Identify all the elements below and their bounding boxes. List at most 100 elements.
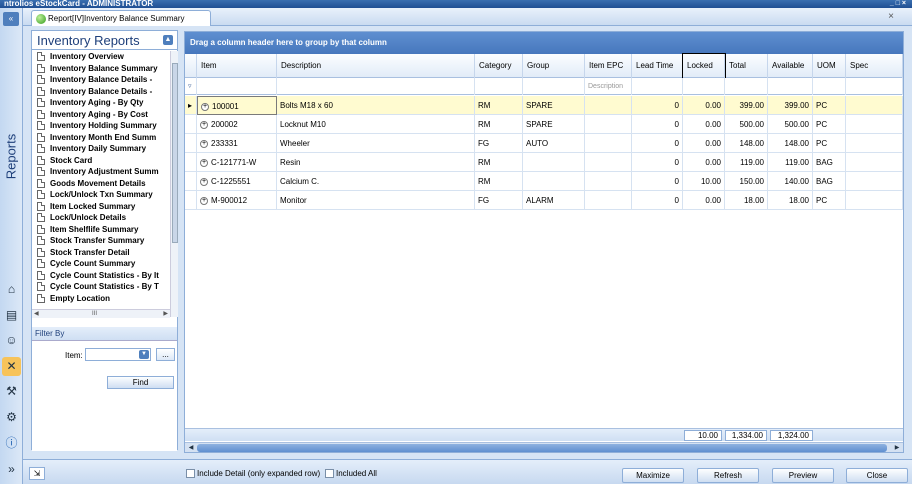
report-item[interactable]: Inventory Balance Summary (32, 63, 170, 75)
cell-lead[interactable]: 0 (632, 96, 683, 115)
warehouse-icon[interactable]: ⌂ (2, 280, 21, 299)
scroll-left-icon[interactable]: ◀ (34, 310, 39, 319)
wrench-icon[interactable]: ⚒ (2, 382, 21, 401)
cell-locked[interactable]: 0.00 (683, 153, 725, 172)
cell-item[interactable]: + C-121771-W (197, 153, 277, 172)
cell-spec[interactable] (846, 96, 903, 115)
cell-total[interactable]: 18.00 (725, 191, 768, 210)
table-row[interactable]: + C-1225551 Calcium C. RM 0 10.00 150.00 140.00… (185, 172, 903, 191)
table-row[interactable]: + C-121771-W Resin RM 0 0.00 119.00 119.00 BAG (185, 153, 903, 172)
filter-cell-item[interactable] (197, 78, 277, 95)
cell-description[interactable]: Resin (277, 153, 475, 172)
cell-spec[interactable] (846, 172, 903, 191)
cell-description[interactable]: Calcium C. (277, 172, 475, 191)
cell-group[interactable]: SPARE (523, 115, 585, 134)
cell-spec[interactable] (846, 153, 903, 172)
window-controls[interactable]: _ □ × (890, 0, 906, 8)
table-row[interactable]: + M-900012 Monitor FG ALARM 0 0.00 18.00 18.00 PC (185, 191, 903, 210)
expand-row-icon[interactable]: + (200, 120, 208, 129)
report-item[interactable]: Item Shelflife Summary (32, 224, 170, 236)
cell-total[interactable]: 500.00 (725, 115, 768, 134)
cell-available[interactable]: 148.00 (768, 134, 813, 153)
cell-available[interactable]: 500.00 (768, 115, 813, 134)
column-header-group[interactable]: Group (523, 54, 585, 78)
expand-row-icon[interactable]: + (200, 139, 208, 148)
maximize-button[interactable]: Maximize (622, 468, 684, 483)
expand-row-icon[interactable]: + (201, 102, 209, 111)
grid-hscrollbar[interactable]: ◀ ▶ (185, 442, 903, 452)
cell-uom[interactable]: PC (813, 96, 846, 115)
scroll-thumb[interactable] (172, 63, 178, 243)
cell-total[interactable]: 150.00 (725, 172, 768, 191)
report-item[interactable]: Stock Transfer Detail (32, 247, 170, 259)
collapse-button[interactable]: « (3, 12, 19, 26)
cell-locked[interactable]: 0.00 (683, 134, 725, 153)
cell-epc[interactable] (585, 134, 632, 153)
cell-category[interactable]: RM (475, 172, 523, 191)
report-item[interactable]: Inventory Holding Summary (32, 120, 170, 132)
cell-lead[interactable]: 0 (632, 153, 683, 172)
table-row[interactable]: ▸ +100001 Bolts M18 x 60 RM SPARE 0 0.00 399.00… (185, 96, 903, 115)
reports-tools-icon[interactable]: ✕ (2, 357, 21, 376)
scroll-left-icon[interactable]: ◀ (186, 443, 196, 453)
cell-available[interactable]: 399.00 (768, 96, 813, 115)
cell-total[interactable]: 399.00 (725, 96, 768, 115)
column-header-category[interactable]: Category (475, 54, 523, 78)
cell-group[interactable]: AUTO (523, 134, 585, 153)
filter-cell-category[interactable] (475, 78, 523, 95)
scroll-right-icon[interactable]: ▶ (163, 310, 168, 319)
cell-category[interactable]: FG (475, 134, 523, 153)
cell-description[interactable]: Wheeler (277, 134, 475, 153)
cell-item[interactable]: + M-900012 (197, 191, 277, 210)
filter-icon[interactable]: ▿ (185, 78, 197, 95)
cell-spec[interactable] (846, 115, 903, 134)
checkbox-box[interactable] (325, 469, 334, 478)
cell-description[interactable]: Monitor (277, 191, 475, 210)
expand-row-icon[interactable]: + (200, 196, 208, 205)
cell-epc[interactable] (585, 96, 632, 115)
cell-item[interactable]: +100001 (197, 96, 277, 115)
filter-cell-total[interactable] (725, 78, 768, 95)
settings-icon[interactable]: ⚙ (2, 408, 21, 427)
row-indicator[interactable] (185, 191, 197, 210)
cell-total[interactable]: 148.00 (725, 134, 768, 153)
cell-epc[interactable] (585, 153, 632, 172)
cell-group[interactable]: ALARM (523, 191, 585, 210)
column-header-lead[interactable]: Lead Time (632, 54, 683, 78)
scroll-grip[interactable]: III (92, 310, 97, 319)
checkbox-box[interactable] (186, 469, 195, 478)
report-item[interactable]: Inventory Adjustment Summ (32, 166, 170, 178)
cell-uom[interactable]: BAG (813, 153, 846, 172)
included-all-checkbox[interactable]: Included All (325, 469, 377, 478)
report-item[interactable]: Empty Location (32, 293, 170, 305)
table-row[interactable]: +200002 Locknut M10 RM SPARE 0 0.00 500.00 500.… (185, 115, 903, 134)
dropdown-icon[interactable]: ▼ (139, 350, 149, 359)
reports-vertical-tab[interactable]: Reports (2, 116, 20, 196)
filter-cell-epc[interactable]: Description (585, 78, 632, 95)
filter-cell-lead[interactable] (632, 78, 683, 95)
export-icon[interactable]: ⇲ (29, 467, 45, 480)
group-by-panel[interactable]: Drag a column header here to group by th… (185, 32, 903, 54)
report-list-vscrollbar[interactable] (170, 51, 178, 317)
cell-lead[interactable]: 0 (632, 115, 683, 134)
table-row[interactable]: +233331 Wheeler FG AUTO 0 0.00 148.00 148.00 PC (185, 134, 903, 153)
close-button[interactable]: Close (846, 468, 908, 483)
row-indicator[interactable] (185, 172, 197, 191)
expand-row-icon[interactable]: + (200, 158, 208, 167)
report-item[interactable]: Inventory Aging - By Cost (32, 109, 170, 121)
cell-description[interactable]: Bolts M18 x 60 (277, 96, 475, 115)
cell-description[interactable]: Locknut M10 (277, 115, 475, 134)
filter-cell-uom[interactable] (813, 78, 846, 95)
report-item[interactable]: Cycle Count Statistics - By T (32, 281, 170, 293)
clipboard-icon[interactable]: ▤ (2, 306, 21, 325)
column-header-uom[interactable]: UOM (813, 54, 846, 78)
filter-cell-available[interactable] (768, 78, 813, 95)
report-item[interactable]: Inventory Month End Summ (32, 132, 170, 144)
filter-cell-spec[interactable] (846, 78, 903, 95)
cell-item[interactable]: +200002 (197, 115, 277, 134)
cell-epc[interactable] (585, 172, 632, 191)
report-item[interactable]: Lock/Unlock Txn Summary (32, 189, 170, 201)
report-item[interactable]: Goods Movement Details (32, 178, 170, 190)
cell-locked[interactable]: 0.00 (683, 115, 725, 134)
report-item[interactable]: Inventory Daily Summary (32, 143, 170, 155)
